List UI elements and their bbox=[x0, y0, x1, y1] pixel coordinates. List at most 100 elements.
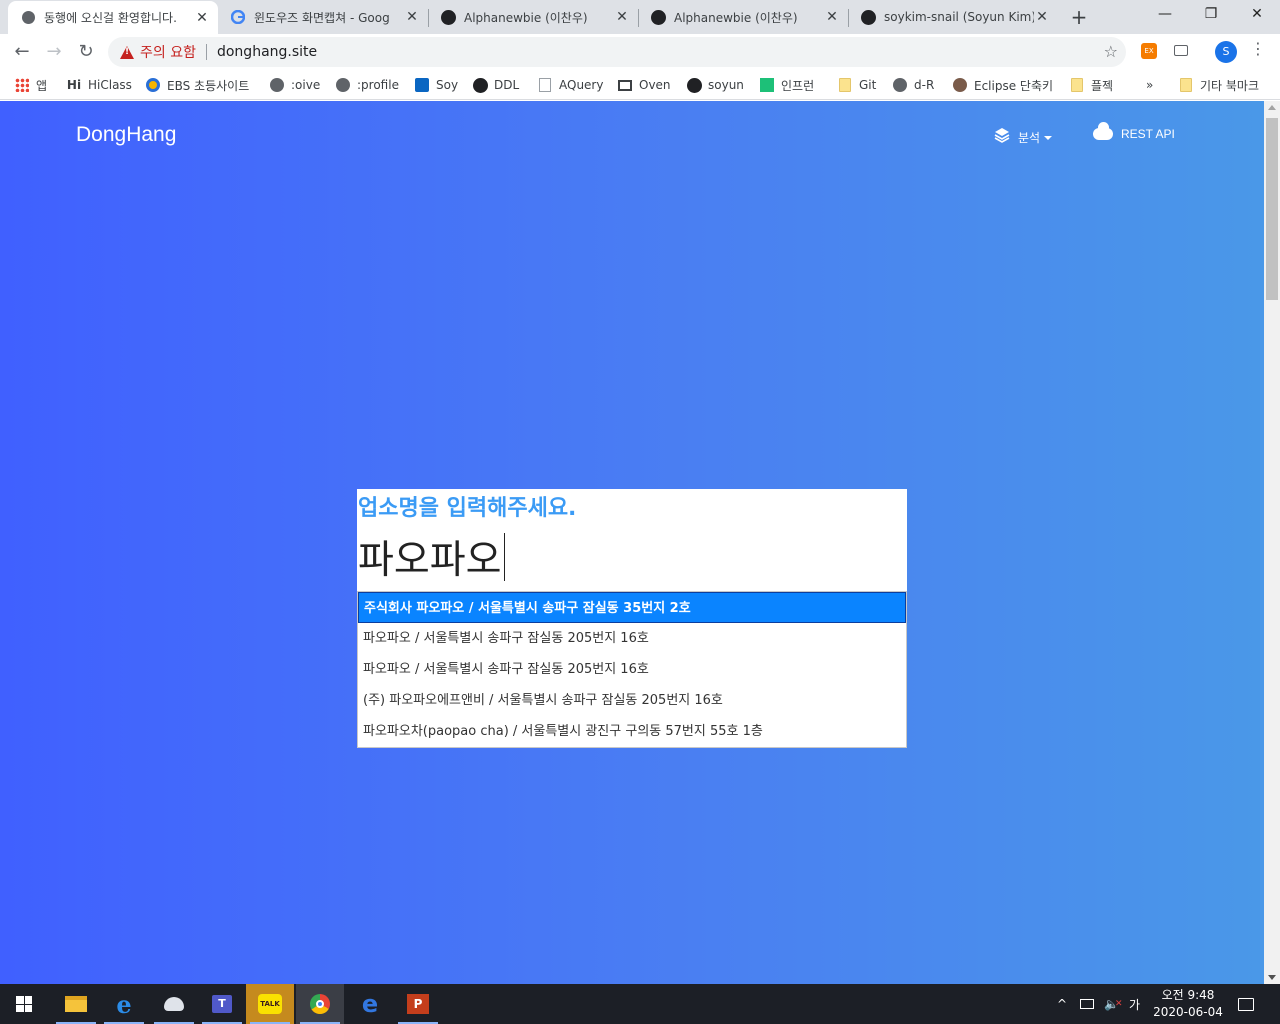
brand-logo[interactable]: DongHang bbox=[76, 123, 176, 147]
close-icon[interactable]: ✕ bbox=[614, 9, 630, 25]
cloud-upload-icon bbox=[1093, 122, 1113, 140]
autocomplete-item[interactable]: 파오파오차(paopao cha) / 서울특별시 광진구 구의동 57번지 5… bbox=[358, 716, 906, 747]
teams-icon[interactable]: T bbox=[198, 984, 246, 1024]
github-icon bbox=[472, 77, 488, 93]
back-arrow-icon[interactable]: ← bbox=[8, 38, 36, 66]
search-box[interactable]: 업소명을 입력해주세요. 파오파오 bbox=[357, 489, 907, 591]
ime-indicator[interactable]: 가 bbox=[1129, 984, 1140, 1024]
bookmarks-overflow[interactable]: » bbox=[1146, 75, 1153, 95]
search-prompt: 업소명을 입력해주세요. bbox=[358, 496, 577, 521]
new-tab-button[interactable]: + bbox=[1066, 5, 1092, 29]
bookmark-inflearn[interactable]: 인프런 bbox=[759, 75, 814, 95]
page-content: DongHang 분석 REST API 업소명을 입력해주세요. 파오파오 주… bbox=[0, 101, 1264, 984]
bookmark-oven[interactable]: Oven bbox=[617, 75, 671, 95]
search-input[interactable]: 파오파오 bbox=[358, 529, 505, 585]
bookmark-eclipse[interactable]: Eclipse 단축키 bbox=[952, 75, 1053, 95]
scroll-up-icon[interactable] bbox=[1268, 105, 1276, 110]
bookmark-star-icon[interactable]: ☆ bbox=[1104, 42, 1118, 61]
folder-icon bbox=[1178, 77, 1194, 93]
tab-github-1[interactable]: Alphanewbie (이찬우) ✕ bbox=[428, 0, 638, 34]
internet-explorer-icon[interactable]: e bbox=[100, 984, 148, 1024]
bookmark-project[interactable]: 플젝 bbox=[1069, 75, 1113, 95]
volume-muted-icon[interactable]: 🔈 ✕ bbox=[1104, 984, 1123, 1024]
tab-google[interactable]: 윈도우즈 화면캡쳐 - Goog ✕ bbox=[218, 0, 428, 34]
bookmark-ddl[interactable]: DDL bbox=[472, 75, 519, 95]
tray-chevron[interactable]: ^ bbox=[1057, 984, 1067, 1024]
window-close-button[interactable]: ✕ bbox=[1234, 0, 1280, 30]
bookmark-profile[interactable]: :profile bbox=[335, 75, 399, 95]
oven-icon bbox=[617, 77, 633, 93]
close-icon[interactable]: ✕ bbox=[824, 9, 840, 25]
cast-icon[interactable] bbox=[1174, 45, 1188, 56]
close-icon[interactable]: ✕ bbox=[404, 9, 420, 25]
snipping-icon[interactable] bbox=[150, 984, 198, 1024]
other-bookmarks[interactable]: 기타 북마크 bbox=[1178, 75, 1259, 95]
nav-rest-api[interactable]: REST API bbox=[1093, 122, 1175, 141]
google-icon bbox=[230, 9, 246, 25]
start-button[interactable] bbox=[0, 984, 48, 1024]
vertical-scrollbar[interactable] bbox=[1264, 101, 1280, 984]
bookmark-aquery[interactable]: AQuery bbox=[537, 75, 603, 95]
network-icon[interactable] bbox=[1080, 984, 1094, 1024]
tab-github-3[interactable]: soykim-snail (Soyun Kim) ✕ bbox=[848, 0, 1058, 34]
bookmark-git[interactable]: Git bbox=[837, 75, 876, 95]
autocomplete-item[interactable]: 파오파오 / 서울특별시 송파구 잠실동 205번지 16호 bbox=[358, 654, 906, 685]
warning-icon[interactable] bbox=[120, 45, 134, 59]
windows-icon bbox=[16, 996, 32, 1012]
minimize-button[interactable]: — bbox=[1142, 0, 1188, 30]
chrome-icon[interactable] bbox=[296, 984, 344, 1024]
nav-analysis-label: 분석 bbox=[1018, 131, 1041, 145]
tab-github-2[interactable]: Alphanewbie (이찬우) ✕ bbox=[638, 0, 848, 34]
notification-icon[interactable] bbox=[1238, 984, 1254, 1024]
browser-toolbar: ← → ↻ 주의 요함 donghang.site ☆ EX S ⋮ bbox=[0, 34, 1280, 70]
forward-arrow-icon[interactable]: → bbox=[40, 38, 68, 66]
bookmark-soy[interactable]: Soy bbox=[414, 75, 458, 95]
taskbar: e T TALK e P ^ 🔈 ✕ 가 오전 9:48 2020-06-04 bbox=[0, 984, 1280, 1024]
globe-icon bbox=[20, 10, 36, 26]
inflearn-icon bbox=[759, 77, 775, 93]
nav-analysis-dropdown[interactable]: 분석 bbox=[994, 127, 1053, 148]
bookmark-hiclass[interactable]: Hi HiClass bbox=[66, 75, 132, 95]
security-warning[interactable]: 주의 요함 bbox=[140, 42, 196, 62]
close-icon[interactable]: ✕ bbox=[1034, 9, 1050, 25]
url-text[interactable]: donghang.site bbox=[217, 44, 317, 60]
text-cursor bbox=[503, 533, 505, 581]
tab-title: 윈도우즈 화면캡쳐 - Goog bbox=[254, 10, 390, 25]
tab-title: 동행에 오신걸 환영합니다. bbox=[44, 11, 177, 25]
linkedin-icon bbox=[414, 77, 430, 93]
globe-icon bbox=[335, 77, 351, 93]
bookmarks-bar: 앱 Hi HiClass EBS 초등사이트 :oive :profile Soy… bbox=[0, 70, 1280, 100]
reload-icon[interactable]: ↻ bbox=[72, 38, 100, 66]
scroll-thumb[interactable] bbox=[1266, 118, 1278, 300]
bookmark-soyun[interactable]: soyun bbox=[686, 75, 744, 95]
kakaotalk-icon[interactable]: TALK bbox=[246, 984, 294, 1024]
autocomplete-item[interactable]: 파오파오 / 서울특별시 송파구 잠실동 205번지 16호 bbox=[358, 623, 906, 654]
address-bar[interactable]: 주의 요함 donghang.site ☆ bbox=[108, 37, 1126, 67]
scroll-down-icon[interactable] bbox=[1268, 975, 1276, 980]
autocomplete-item[interactable]: 주식회사 파오파오 / 서울특별시 송파구 잠실동 35번지 2호 bbox=[358, 592, 906, 623]
bookmark-oive[interactable]: :oive bbox=[269, 75, 320, 95]
clock[interactable]: 오전 9:48 2020-06-04 bbox=[1150, 987, 1226, 1021]
github-icon bbox=[440, 9, 456, 25]
extension-icon[interactable]: EX bbox=[1141, 43, 1157, 59]
file-explorer-icon[interactable] bbox=[52, 984, 100, 1024]
page-icon bbox=[537, 77, 553, 93]
edge-icon[interactable]: e bbox=[346, 984, 394, 1024]
tab-donghang[interactable]: 동행에 오신걸 환영합니다. ✕ bbox=[8, 1, 218, 34]
bookmark-apps[interactable]: 앱 bbox=[14, 75, 47, 95]
github-icon bbox=[686, 77, 702, 93]
bookmark-ebs[interactable]: EBS 초등사이트 bbox=[145, 75, 249, 95]
autocomplete-item[interactable]: (주) 파오파오에프앤비 / 서울특별시 송파구 잠실동 205번지 16호 bbox=[358, 685, 906, 716]
globe-icon bbox=[269, 77, 285, 93]
menu-kebab-icon[interactable]: ⋮ bbox=[1250, 39, 1266, 58]
tab-title: Alphanewbie (이찬우) bbox=[464, 10, 588, 25]
github-icon bbox=[650, 9, 666, 25]
ebs-icon bbox=[145, 77, 161, 93]
powerpoint-icon[interactable]: P bbox=[394, 984, 442, 1024]
layers-icon bbox=[994, 127, 1010, 148]
bookmark-d-r[interactable]: d-R bbox=[892, 75, 934, 95]
tab-strip: 동행에 오신걸 환영합니다. ✕ 윈도우즈 화면캡쳐 - Goog ✕ Alph… bbox=[0, 0, 1280, 34]
close-icon[interactable]: ✕ bbox=[194, 10, 210, 26]
restore-button[interactable]: ❐ bbox=[1188, 0, 1234, 30]
profile-avatar[interactable]: S bbox=[1215, 41, 1237, 63]
